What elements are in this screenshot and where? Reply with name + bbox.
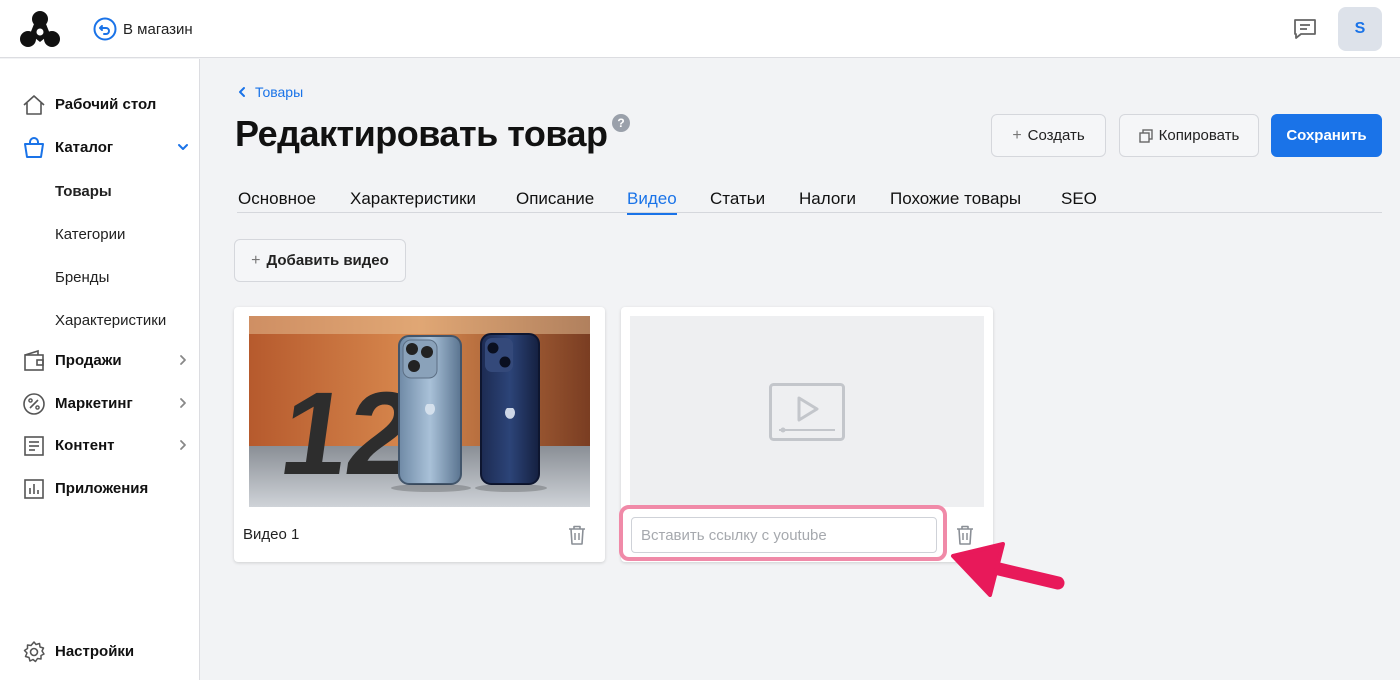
- sidebar-item-apps[interactable]: Приложения: [0, 471, 200, 507]
- chevron-right-icon: [180, 355, 186, 365]
- wallet-icon: [24, 349, 44, 371]
- chat-icon[interactable]: [1292, 17, 1318, 41]
- tab-video[interactable]: Видео: [627, 189, 677, 215]
- video-thumbnail[interactable]: 12: [249, 316, 590, 507]
- add-video-button-label: Добавить видео: [266, 252, 389, 269]
- sidebar-item-label: Контент: [55, 437, 115, 454]
- sidebar-item-label: Настройки: [55, 643, 135, 660]
- video-placeholder-icon: [769, 383, 845, 441]
- sidebar-item-label: Приложения: [55, 480, 149, 497]
- top-bar: В магазин S: [0, 0, 1400, 58]
- sidebar-item-content[interactable]: Контент: [0, 428, 200, 464]
- create-button-label: Создать: [1027, 127, 1085, 144]
- sidebar-item-sales[interactable]: Продажи: [0, 343, 200, 379]
- new-video-card: [621, 307, 993, 562]
- gear-icon: [23, 641, 45, 663]
- copy-button[interactable]: Копировать: [1119, 114, 1259, 157]
- create-button[interactable]: + Создать: [991, 114, 1106, 157]
- home-icon: [23, 95, 45, 115]
- tab-articles[interactable]: Статьи: [710, 189, 765, 209]
- plus-icon: +: [251, 251, 261, 269]
- breadcrumb-label: Товары: [255, 84, 304, 100]
- tab-basic[interactable]: Основное: [238, 189, 316, 209]
- sidebar: Рабочий стол Каталог Товары Категории Бр…: [0, 59, 200, 680]
- sidebar-item-label: Рабочий стол: [55, 96, 157, 113]
- video-card: 12 Видео 1: [234, 307, 605, 562]
- sidebar-subitem-products[interactable]: Товары: [55, 183, 112, 200]
- back-to-store-link[interactable]: В магазин: [93, 17, 193, 41]
- tabs: Основное Характеристики Описание Видео С…: [237, 187, 1382, 215]
- tab-description[interactable]: Описание: [516, 189, 594, 209]
- sidebar-subitem-categories[interactable]: Категории: [55, 226, 125, 243]
- chevron-left-icon: [239, 87, 245, 97]
- add-video-button[interactable]: + Добавить видео: [234, 239, 406, 282]
- breadcrumb[interactable]: Товары: [237, 84, 303, 100]
- logo-icon[interactable]: [20, 10, 60, 48]
- video-label: Видео 1: [243, 526, 300, 543]
- chevron-right-icon: [180, 440, 186, 450]
- sidebar-subitem-characteristics[interactable]: Характеристики: [55, 312, 166, 329]
- tab-related-products[interactable]: Похожие товары: [890, 189, 1021, 209]
- chevron-down-icon: [178, 144, 188, 150]
- bar-chart-icon: [24, 479, 44, 499]
- sidebar-item-marketing[interactable]: Маркетинг: [0, 386, 200, 422]
- avatar-letter: S: [1354, 20, 1366, 37]
- plus-icon: +: [1012, 126, 1022, 144]
- save-button-label: Сохранить: [1286, 127, 1367, 144]
- back-to-store-label: В магазин: [123, 20, 193, 38]
- tab-characteristics[interactable]: Характеристики: [350, 189, 476, 209]
- sidebar-item-settings[interactable]: Настройки: [0, 634, 200, 670]
- sidebar-item-label: Каталог: [55, 139, 114, 156]
- trash-icon[interactable]: [567, 524, 587, 546]
- youtube-url-input[interactable]: [631, 517, 937, 553]
- save-button[interactable]: Сохранить: [1271, 114, 1382, 157]
- document-icon: [24, 436, 44, 456]
- avatar[interactable]: S: [1338, 7, 1382, 51]
- tab-taxes[interactable]: Налоги: [799, 189, 856, 209]
- arrow-annotation-icon: [951, 542, 1065, 597]
- help-icon[interactable]: ?: [612, 114, 630, 132]
- shopping-bag-icon: [24, 137, 44, 158]
- sidebar-item-catalog[interactable]: Каталог: [0, 130, 200, 166]
- sidebar-item-dashboard[interactable]: Рабочий стол: [0, 87, 200, 123]
- sidebar-subitem-brands[interactable]: Бренды: [55, 269, 109, 286]
- sidebar-item-label: Продажи: [55, 352, 122, 369]
- video-placeholder: [630, 316, 984, 507]
- chevron-right-icon: [180, 398, 186, 408]
- copy-icon: [1138, 128, 1153, 143]
- tab-seo[interactable]: SEO: [1061, 189, 1097, 209]
- video-thumbnail-image: 12: [249, 316, 590, 507]
- copy-button-label: Копировать: [1158, 127, 1240, 144]
- page-title: Редактировать товар: [235, 113, 608, 154]
- sidebar-item-label: Маркетинг: [55, 395, 133, 412]
- percent-icon: [23, 393, 45, 415]
- back-arrow-icon: [93, 17, 117, 41]
